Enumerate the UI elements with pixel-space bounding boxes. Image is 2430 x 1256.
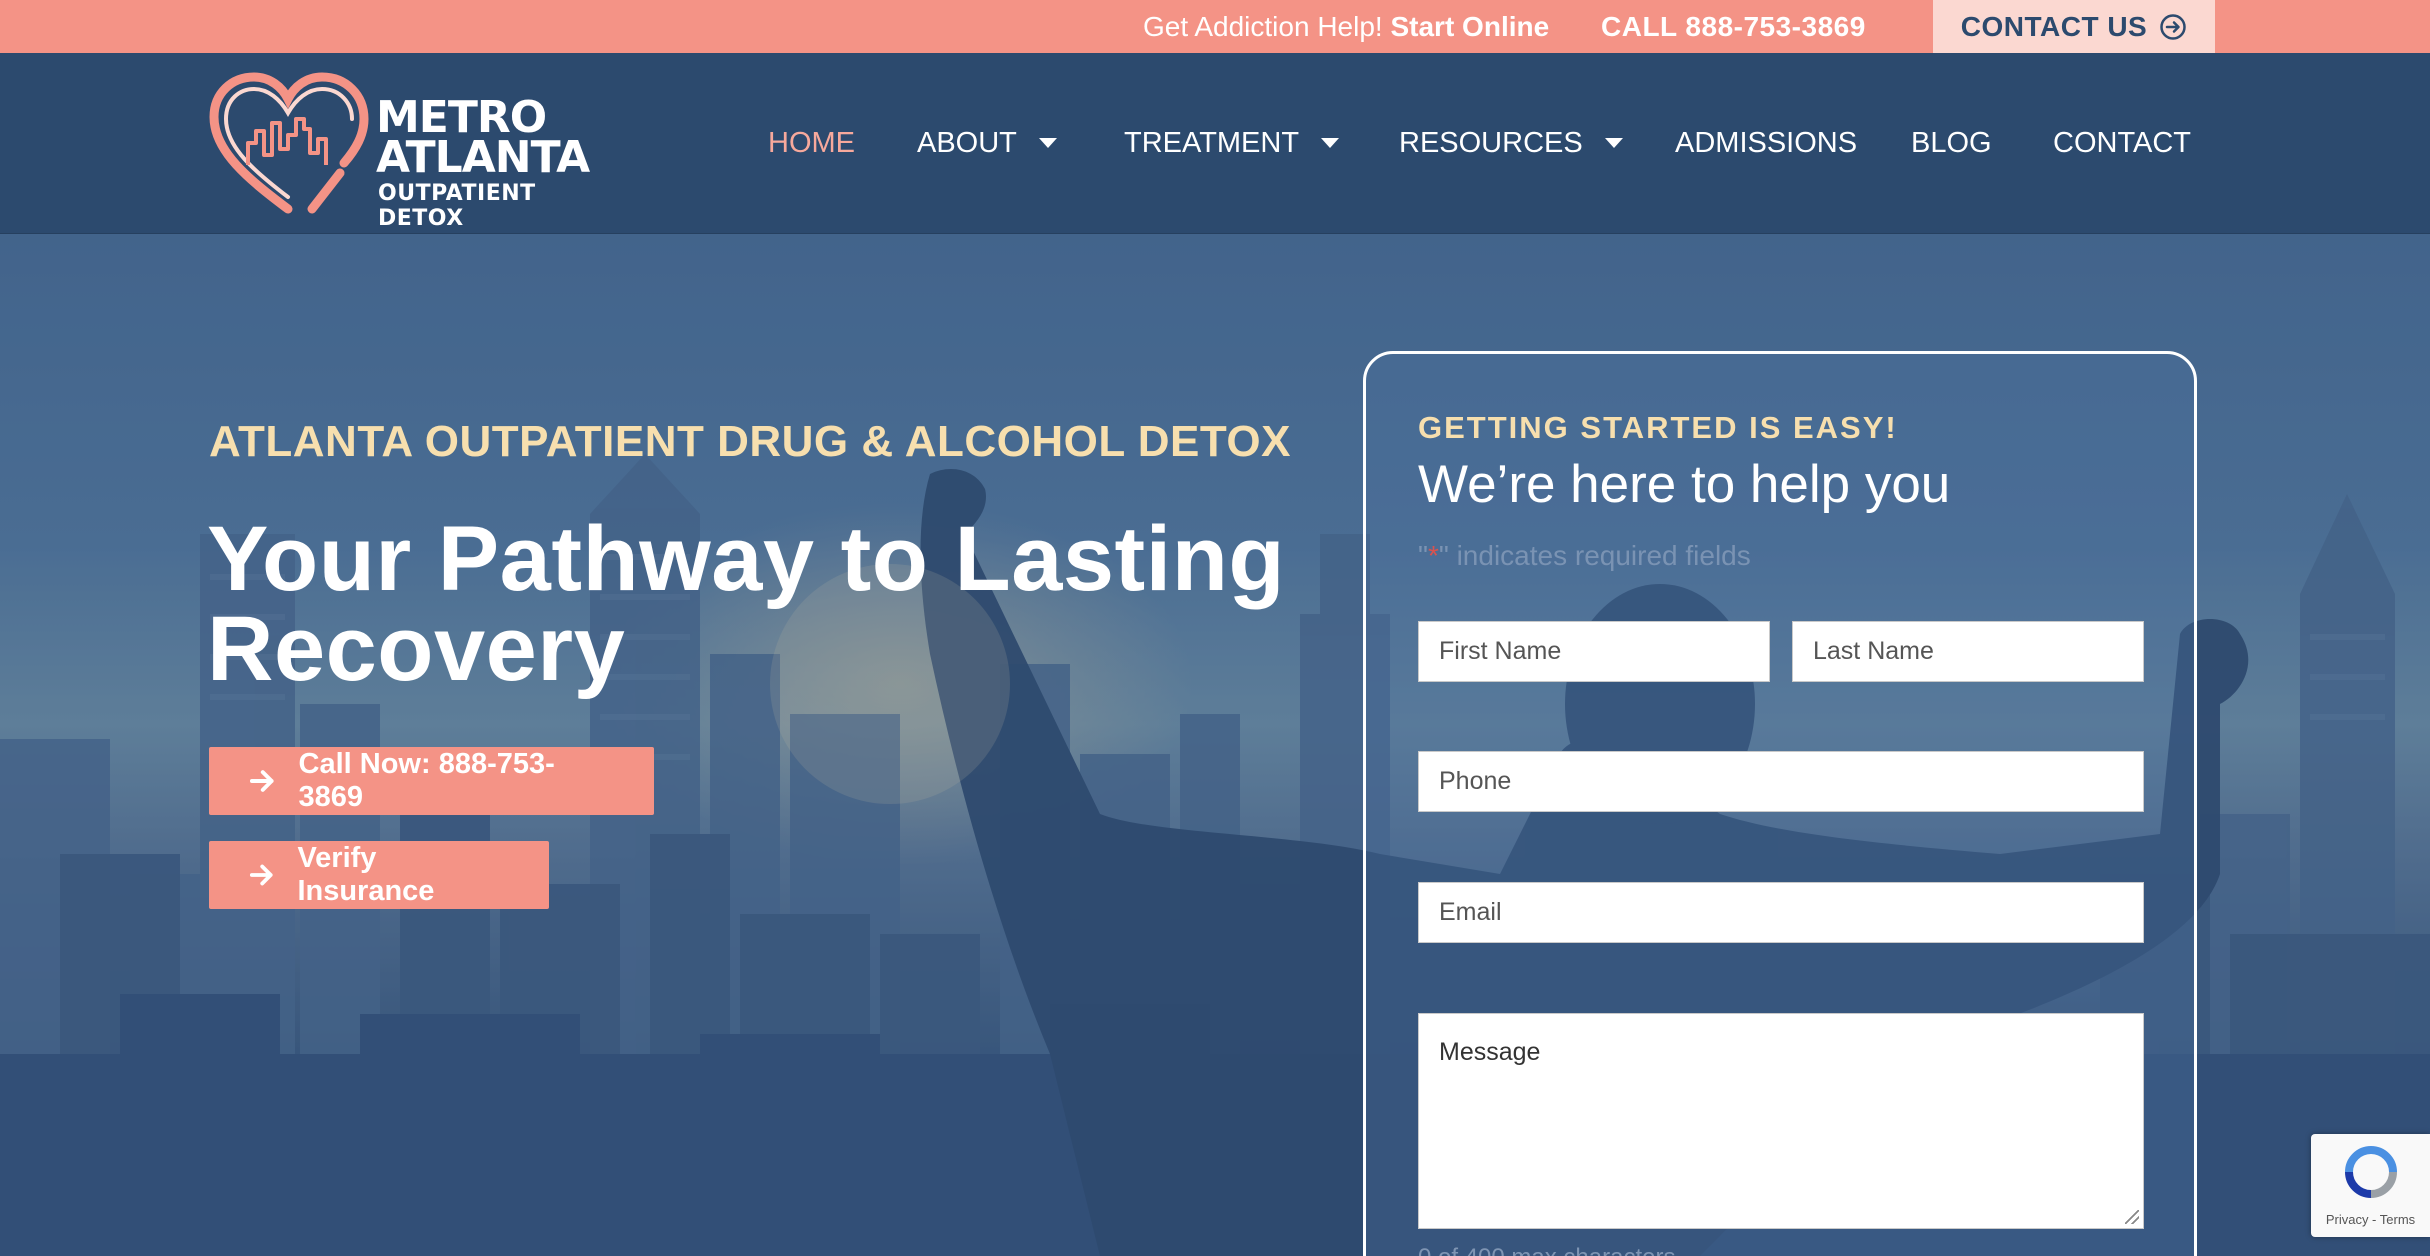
email-field[interactable]: Email	[1418, 882, 2144, 943]
arrow-circle-right-icon	[2160, 13, 2186, 40]
top-bar: Get Addiction Help! Start Online CALL 88…	[0, 0, 2430, 53]
recaptcha-privacy-terms[interactable]: Privacy - Terms	[2311, 1212, 2430, 1227]
required-fields-note: "*" indicates required fields	[1418, 540, 1751, 571]
caret-down-icon	[1604, 138, 1623, 148]
nav-item-label: ADMISSIONS	[1675, 127, 1858, 159]
nav-item-label: CONTACT	[2053, 127, 2192, 159]
required-note-text: indicates required fields	[1456, 540, 1751, 571]
verify-insurance-button[interactable]: Verify Insurance	[209, 841, 549, 909]
hero-headline-line1: Your Pathway to Lasting	[207, 508, 1286, 610]
resize-handle-icon[interactable]	[2125, 1210, 2139, 1224]
nav-item-blog[interactable]: BLOG	[1911, 53, 1992, 233]
nav-item-label: RESOURCES	[1399, 127, 1583, 159]
hero-headline-line2: Recovery	[207, 598, 626, 700]
nav-item-treatment[interactable]: TREATMENT	[1124, 53, 1340, 233]
hero-headline: Your Pathway to Lasting Recovery	[207, 508, 1307, 700]
call-phone-link[interactable]: CALL 888-753-3869	[1601, 0, 1866, 53]
main-nav: METRO ATLANTA OUTPATIENT DETOX HOME ABOU…	[0, 53, 2430, 234]
verify-insurance-label: Verify Insurance	[297, 842, 435, 907]
last-name-field[interactable]: Last Name	[1792, 621, 2144, 682]
first-name-field[interactable]: First Name	[1418, 621, 1770, 682]
message-placeholder: Message	[1439, 1038, 1541, 1066]
recaptcha-badge[interactable]: Privacy - Terms	[2311, 1134, 2430, 1237]
contact-us-button[interactable]: CONTACT US	[1933, 0, 2215, 53]
arrow-right-icon	[249, 864, 273, 886]
nav-item-admissions[interactable]: ADMISSIONS	[1675, 53, 1857, 233]
nav-item-about[interactable]: ABOUT	[917, 53, 1057, 233]
hero-eyebrow: ATLANTA OUTPATIENT DRUG & ALCOHOL DETOX	[209, 417, 1291, 466]
call-now-button[interactable]: Call Now: 888-753-3869	[209, 747, 654, 815]
contact-form-card: GETTING STARTED IS EASY! We’re here to h…	[1363, 351, 2197, 1256]
required-star: *	[1427, 540, 1439, 571]
caret-down-icon	[1321, 138, 1340, 148]
hero-section: ATLANTA OUTPATIENT DRUG & ALCOHOL DETOX …	[0, 234, 2430, 1256]
caret-down-icon	[1038, 138, 1057, 148]
nav-item-label: ABOUT	[917, 127, 1017, 159]
arrow-right-icon	[249, 770, 274, 792]
nav-item-label: HOME	[768, 127, 855, 159]
nav-item-label: BLOG	[1911, 127, 1992, 159]
nav-item-home[interactable]: HOME	[768, 53, 855, 233]
help-message: Get Addiction Help! Start Online	[1143, 0, 1549, 53]
help-text: Get Addiction Help!	[1143, 11, 1383, 42]
nav-item-contact[interactable]: CONTACT	[2053, 53, 2191, 233]
call-now-label: Call Now: 888-753-3869	[298, 748, 555, 813]
nav-menu: HOME ABOUT TREATMENT RESOURCES ADMISSION…	[0, 53, 2430, 233]
recaptcha-logo-icon	[2345, 1146, 2397, 1198]
contact-us-label: CONTACT US	[1960, 10, 2148, 42]
phone-field[interactable]: Phone	[1418, 751, 2144, 812]
form-kicker: GETTING STARTED IS EASY!	[1418, 410, 1898, 445]
start-online-link[interactable]: Start Online	[1390, 11, 1549, 42]
character-counter: 0 of 400 max characters	[1418, 1244, 1675, 1256]
message-textarea[interactable]: Message	[1418, 1013, 2144, 1229]
nav-item-label: TREATMENT	[1124, 127, 1300, 159]
nav-item-resources[interactable]: RESOURCES	[1399, 53, 1623, 233]
form-title: We’re here to help you	[1418, 455, 1951, 514]
